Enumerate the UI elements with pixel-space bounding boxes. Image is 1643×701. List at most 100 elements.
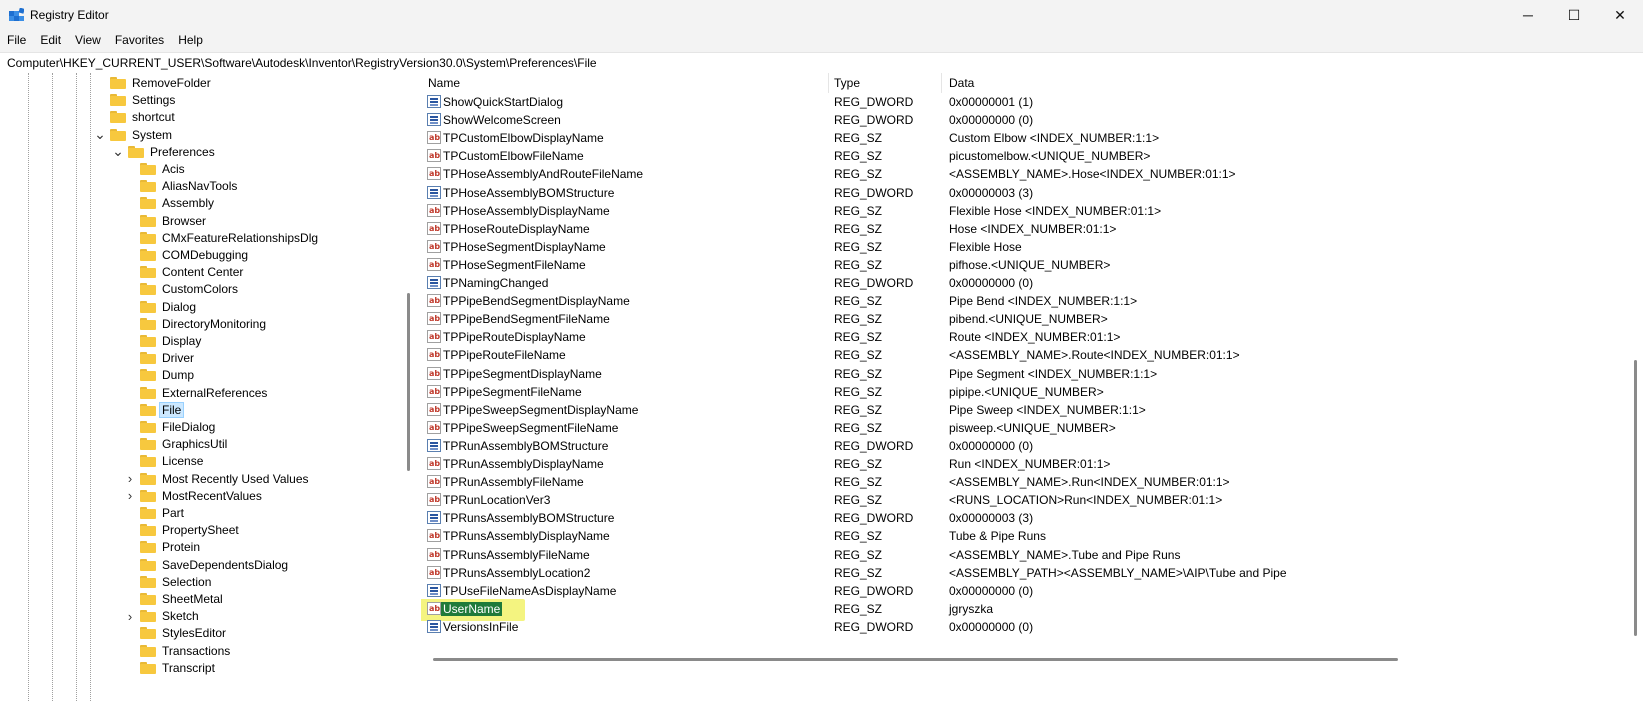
tree-node[interactable]: Driver: [140, 349, 196, 367]
tree-node[interactable]: GraphicsUtil: [140, 435, 229, 453]
tree-node[interactable]: MostRecentValues: [140, 487, 264, 505]
chevron-right-icon[interactable]: ›: [124, 470, 136, 488]
list-row[interactable]: TPUseFileNameAsDisplayName REG_DWORD 0x000…: [421, 582, 1561, 600]
list-row[interactable]: ab TPCustomElbowDisplayName REG_SZ Custom E…: [421, 129, 1561, 147]
tree-node[interactable]: shortcut: [110, 108, 177, 126]
tree-node[interactable]: Display: [140, 332, 203, 350]
tree-node[interactable]: Content Center: [140, 263, 245, 281]
address-bar[interactable]: Computer\HKEY_CURRENT_USER\Software\Auto…: [0, 52, 1643, 74]
menu-help[interactable]: Help: [171, 31, 210, 51]
list-row[interactable]: ShowQuickStartDialog REG_DWORD 0x00000001 …: [421, 93, 1561, 111]
tree-node[interactable]: Assembly: [140, 194, 216, 212]
horizontal-scrollbar-thumb[interactable]: [433, 658, 1398, 661]
menu-edit[interactable]: Edit: [33, 31, 68, 51]
key-tree-pane[interactable]: RemoveFolder Settings shortcut ⌄ System ⌄ Pref…: [0, 73, 431, 701]
list-row[interactable]: ab TPPipeSegmentFileName REG_SZ pipipe.<UNI…: [421, 383, 1561, 401]
list-vertical-scrollbar[interactable]: [1630, 73, 1643, 701]
value-name: TPPipeRouteDisplayName: [443, 330, 586, 345]
chevron-down-icon[interactable]: ⌄: [112, 143, 124, 161]
list-row[interactable]: ab TPHoseAssemblyDisplayName REG_SZ Flexibl…: [421, 202, 1561, 220]
column-header-type[interactable]: Type: [834, 73, 934, 93]
tree-node[interactable]: StylesEditor: [140, 624, 228, 642]
list-row[interactable]: TPNamingChanged REG_DWORD 0x00000000 (0): [421, 274, 1561, 292]
list-row[interactable]: VersionsInFile REG_DWORD 0x00000000 (0): [421, 618, 1561, 636]
list-row[interactable]: ab TPHoseSegmentDisplayName REG_SZ Flexible…: [421, 238, 1561, 256]
tree-node-label: Transactions: [162, 643, 231, 658]
list-horizontal-scrollbar[interactable]: [421, 655, 1621, 663]
list-row[interactable]: ab TPPipeRouteFileName REG_SZ <ASSEMBLY_NAM…: [421, 346, 1561, 364]
list-row[interactable]: ab TPRunsAssemblyFileName REG_SZ <ASSEMBLY_…: [421, 546, 1561, 564]
column-header-name[interactable]: Name: [428, 73, 828, 93]
list-row[interactable]: ab TPRunAssemblyFileName REG_SZ <ASSEMBLY_N…: [421, 473, 1561, 491]
tree-node[interactable]: Acis: [140, 160, 187, 178]
list-row[interactable]: ab TPCustomElbowFileName REG_SZ picustomelb…: [421, 147, 1561, 165]
list-row[interactable]: ab UserName REG_SZ jgryszka: [421, 600, 1561, 618]
tree-node[interactable]: AliasNavTools: [140, 177, 239, 195]
list-row[interactable]: ab TPRunLocationVer3 REG_SZ <RUNS_LOCATION>…: [421, 491, 1561, 509]
menu-view[interactable]: View: [68, 31, 108, 51]
tree-node[interactable]: RemoveFolder: [110, 74, 213, 92]
tree-node[interactable]: Selection: [140, 573, 213, 591]
tree-node[interactable]: PropertySheet: [140, 521, 241, 539]
tree-node[interactable]: System: [110, 126, 174, 144]
list-row[interactable]: ab TPPipeSegmentDisplayName REG_SZ Pipe Seg…: [421, 365, 1561, 383]
list-row[interactable]: ab TPPipeRouteDisplayName REG_SZ Route <IND…: [421, 328, 1561, 346]
list-row[interactable]: TPRunsAssemblyBOMStructure REG_DWORD 0x000…: [421, 509, 1561, 527]
menu-favorites[interactable]: Favorites: [108, 31, 171, 51]
tree-node[interactable]: Dump: [140, 366, 196, 384]
list-row[interactable]: ShowWelcomeScreen REG_DWORD 0x00000000 (0): [421, 111, 1561, 129]
tree-node-label: GraphicsUtil: [162, 437, 228, 452]
list-row[interactable]: ab TPPipeSweepSegmentDisplayName REG_SZ Pip…: [421, 401, 1561, 419]
tree-node[interactable]: Browser: [140, 212, 208, 230]
column-header-data[interactable]: Data: [949, 73, 1449, 93]
chevron-right-icon[interactable]: ›: [124, 487, 136, 505]
list-row[interactable]: TPRunAssemblyBOMStructure REG_DWORD 0x0000…: [421, 437, 1561, 455]
list-row[interactable]: ab TPHoseRouteDisplayName REG_SZ Hose <INDE…: [421, 220, 1561, 238]
list-row[interactable]: ab TPRunsAssemblyLocation2 REG_SZ <ASSEMBLY…: [421, 564, 1561, 582]
list-row[interactable]: ab TPRunsAssemblyDisplayName REG_SZ Tube & …: [421, 527, 1561, 545]
tree-node[interactable]: CMxFeatureRelationshipsDlg: [140, 229, 320, 247]
tree-node[interactable]: File: [140, 401, 185, 419]
tree-node[interactable]: Part: [140, 504, 186, 522]
tree-node[interactable]: DirectoryMonitoring: [140, 315, 268, 333]
folder-icon: [140, 386, 156, 399]
chevron-right-icon[interactable]: ›: [124, 607, 136, 625]
menu-bar: File Edit View Favorites Help: [0, 31, 210, 51]
value-name: TPRunAssemblyBOMStructure: [443, 438, 609, 453]
tree-node[interactable]: CustomColors: [140, 280, 240, 298]
list-row[interactable]: ab TPPipeBendSegmentDisplayName REG_SZ Pipe…: [421, 292, 1561, 310]
list-row[interactable]: ab TPHoseSegmentFileName REG_SZ pifhose.<UN…: [421, 256, 1561, 274]
tree-node[interactable]: ExternalReferences: [140, 384, 269, 402]
tree-node[interactable]: Protein: [140, 538, 202, 556]
close-button[interactable]: ✕: [1597, 0, 1643, 30]
values-list-pane[interactable]: Name Type Data ShowQuickStartDialog REG_D…: [421, 73, 1643, 701]
maximize-button[interactable]: ☐: [1551, 0, 1597, 30]
tree-node[interactable]: Dialog: [140, 298, 198, 316]
tree-node[interactable]: SheetMetal: [140, 590, 225, 608]
list-row[interactable]: TPHoseAssemblyBOMStructure REG_DWORD 0x000…: [421, 184, 1561, 202]
list-row[interactable]: ab TPPipeBendSegmentFileName REG_SZ pibend.…: [421, 310, 1561, 328]
list-row[interactable]: ab TPRunAssemblyDisplayName REG_SZ Run <IND…: [421, 455, 1561, 473]
minimize-button[interactable]: ─: [1505, 0, 1551, 30]
tree-scrollbar-thumb[interactable]: [407, 293, 410, 471]
chevron-down-icon[interactable]: ⌄: [94, 126, 106, 144]
tree-node[interactable]: Transactions: [140, 642, 232, 660]
value-data: 0x00000000 (0): [949, 113, 1034, 128]
address-path[interactable]: Computer\HKEY_CURRENT_USER\Software\Auto…: [7, 56, 597, 70]
tree-node[interactable]: Preferences: [128, 143, 217, 161]
tree-node[interactable]: Settings: [110, 91, 177, 109]
list-row[interactable]: ab TPHoseAssemblyAndRouteFileName REG_SZ <A…: [421, 165, 1561, 183]
menu-file[interactable]: File: [0, 31, 33, 51]
tree-node[interactable]: Sketch: [140, 607, 201, 625]
tree-vertical-scrollbar[interactable]: [405, 73, 413, 701]
tree-node[interactable]: SaveDependentsDialog: [140, 556, 290, 574]
column-separator[interactable]: [941, 73, 942, 93]
list-row[interactable]: ab TPPipeSweepSegmentFileName REG_SZ piswee…: [421, 419, 1561, 437]
tree-node[interactable]: Most Recently Used Values: [140, 470, 311, 488]
tree-node[interactable]: COMDebugging: [140, 246, 250, 264]
list-scrollbar-thumb[interactable]: [1634, 360, 1637, 636]
column-separator[interactable]: [828, 73, 829, 93]
tree-node[interactable]: License: [140, 452, 205, 470]
tree-node[interactable]: FileDialog: [140, 418, 217, 436]
tree-node[interactable]: Transcript: [140, 659, 217, 677]
